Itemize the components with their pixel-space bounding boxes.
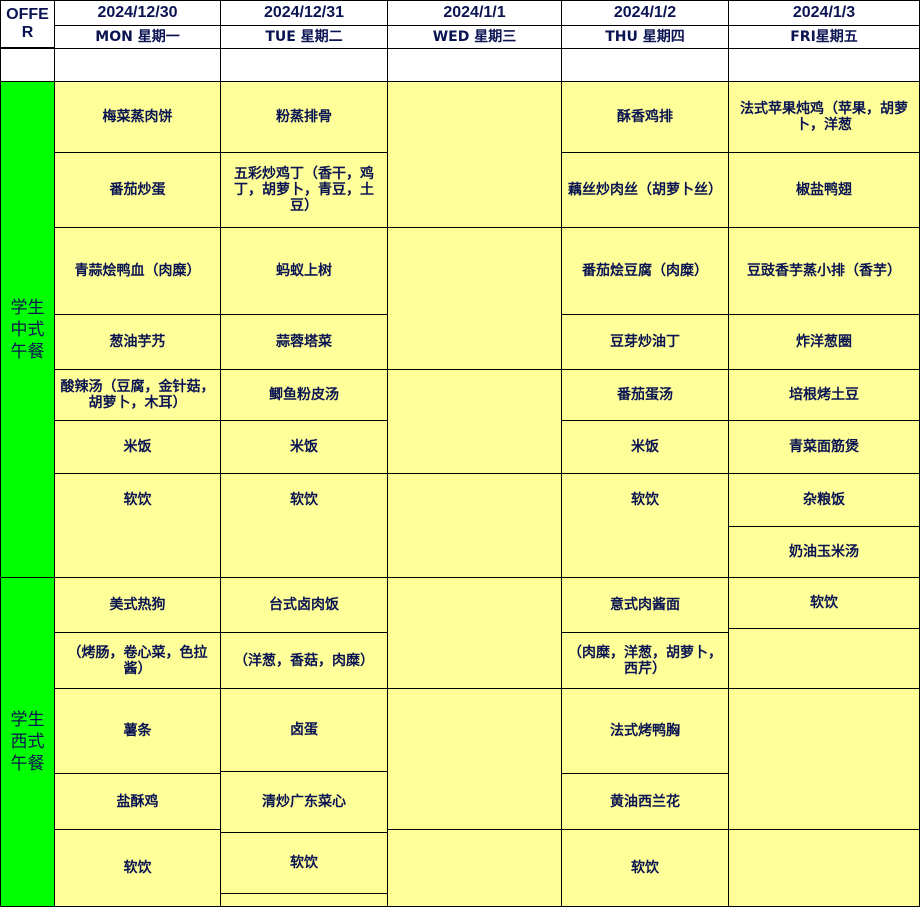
day-thu: THU 星期四	[561, 25, 729, 49]
menu-item: 米饭	[561, 420, 729, 474]
menu-item: 炸洋葱圈	[728, 314, 920, 370]
menu-item: 美式热狗	[54, 577, 221, 633]
menu-item: 软饮	[220, 473, 388, 578]
blank-cell	[220, 48, 388, 82]
menu-item: 番茄蛋汤	[561, 369, 729, 421]
menu-item: 粉蒸排骨	[220, 81, 388, 153]
empty-cell	[728, 628, 920, 689]
menu-item: 番茄炒蛋	[54, 152, 221, 228]
menu-item: 豆芽炒油丁	[561, 314, 729, 370]
empty-cell	[387, 473, 562, 578]
blank-cell	[0, 48, 55, 82]
menu-item: 豆豉香芋蒸小排（香芋）	[728, 227, 920, 315]
empty-cell	[220, 893, 388, 907]
menu-item: 酸辣汤（豆腐，金针菇，胡萝卜，木耳）	[54, 369, 221, 421]
menu-item: （洋葱，香菇，肉糜）	[220, 632, 388, 689]
section-chinese-label: 学生中式午餐	[10, 297, 45, 362]
menu-item: 软饮	[54, 473, 221, 578]
menu-item: 青蒜烩鸭血（肉糜）	[54, 227, 221, 315]
menu-item: 酥香鸡排	[561, 81, 729, 153]
blank-cell	[728, 48, 920, 82]
menu-item: 法式烤鸭胸	[561, 688, 729, 774]
menu-item: （肉糜，洋葱，胡萝卜，西芹）	[561, 632, 729, 689]
empty-cell	[387, 227, 562, 370]
menu-item: 软饮	[220, 832, 388, 894]
day-fri: FRI星期五	[728, 25, 920, 49]
menu-item: 台式卤肉饭	[220, 577, 388, 633]
menu-item: 盐酥鸡	[54, 773, 221, 830]
menu-item: 软饮	[561, 829, 729, 907]
menu-item: 藕丝炒肉丝（胡萝卜丝）	[561, 152, 729, 228]
empty-cell	[728, 829, 920, 907]
day-wed: WED 星期三	[387, 25, 562, 49]
menu-item: 鲫鱼粉皮汤	[220, 369, 388, 421]
empty-cell	[387, 577, 562, 689]
menu-item: 薯条	[54, 688, 221, 774]
menu-item: 软饮	[728, 577, 920, 629]
menu-item: 五彩炒鸡丁（香干，鸡丁，胡萝卜，青豆，土豆）	[220, 152, 388, 228]
day-tue: TUE 星期二	[220, 25, 388, 49]
menu-item: 椒盐鸭翅	[728, 152, 920, 228]
empty-cell	[387, 369, 562, 474]
section-western-lunch: 学生西式午餐	[0, 577, 55, 907]
date-fri: 2024/1/3	[728, 0, 920, 26]
blank-cell	[54, 48, 221, 82]
menu-item: 米饭	[54, 420, 221, 474]
section-western-label: 学生西式午餐	[10, 710, 45, 774]
blank-cell	[561, 48, 729, 82]
menu-item: 梅菜蒸肉饼	[54, 81, 221, 153]
date-wed: 2024/1/1	[387, 0, 562, 26]
menu-item: 米饭	[220, 420, 388, 474]
offer-label: OFFE R	[6, 6, 49, 41]
menu-item: 黄油西兰花	[561, 773, 729, 830]
menu-item: 软饮	[561, 473, 729, 578]
section-chinese-lunch: 学生中式午餐	[0, 81, 55, 578]
empty-cell	[728, 688, 920, 830]
menu-item: 蚂蚁上树	[220, 227, 388, 315]
empty-cell	[387, 829, 562, 907]
empty-cell	[387, 688, 562, 830]
menu-item: 培根烤土豆	[728, 369, 920, 421]
menu-item: 意式肉酱面	[561, 577, 729, 633]
empty-cell	[387, 81, 562, 228]
date-thu: 2024/1/2	[561, 0, 729, 26]
offer-header: OFFE R	[0, 0, 55, 48]
menu-item: 蒜蓉塔菜	[220, 314, 388, 370]
menu-item: 法式苹果炖鸡（苹果，胡萝卜，洋葱	[728, 81, 920, 153]
day-mon: MON 星期一	[54, 25, 221, 49]
blank-cell	[387, 48, 562, 82]
date-tue: 2024/12/31	[220, 0, 388, 26]
menu-item: 青菜面筋煲	[728, 420, 920, 474]
weekly-lunch-menu-table: OFFE R 2024/12/30 2024/12/31 2024/1/1 20…	[0, 0, 920, 907]
menu-item: 卤蛋	[220, 688, 388, 772]
menu-item: 番茄烩豆腐（肉糜）	[561, 227, 729, 315]
menu-item: 清炒广东菜心	[220, 771, 388, 833]
menu-item: 奶油玉米汤	[728, 526, 920, 578]
menu-item: 软饮	[54, 829, 221, 907]
menu-item: 葱油芋艿	[54, 314, 221, 370]
date-mon: 2024/12/30	[54, 0, 221, 26]
menu-item: （烤肠，卷心菜，色拉酱）	[54, 632, 221, 689]
menu-item: 杂粮饭	[728, 473, 920, 527]
